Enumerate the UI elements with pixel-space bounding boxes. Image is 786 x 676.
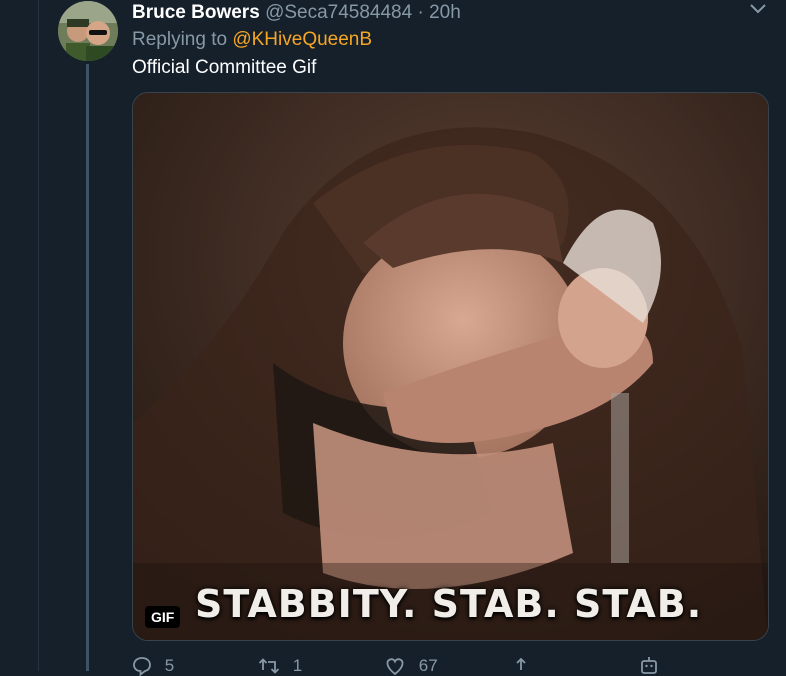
heart-icon (384, 656, 411, 676)
gif-badge: GIF (145, 606, 181, 628)
retweet-button[interactable]: 1 (258, 656, 302, 676)
user-handle[interactable]: @Seca74584484 (265, 2, 412, 23)
retweet-count: 1 (292, 656, 303, 675)
reply-count: 5 (164, 656, 175, 675)
chevron-down-icon[interactable] (748, 2, 768, 16)
reply-button[interactable]: 5 (132, 656, 174, 676)
tweet-header: Bruce Bowers @Seca74584484 · 20h (132, 2, 461, 24)
share-button[interactable] (511, 656, 531, 676)
like-button[interactable]: 67 (384, 656, 438, 676)
replying-to-link[interactable]: @KHiveQueenB (232, 29, 372, 50)
replying-to: Replying to @KHiveQueenB (132, 29, 372, 51)
analytics-button[interactable] (638, 656, 660, 676)
gif-frame-illustration (133, 93, 768, 640)
share-icon (511, 656, 531, 675)
retweet-icon (258, 656, 285, 675)
tweet-text: Official Committee Gif (132, 57, 317, 78)
gif-caption: STABBITY. STAB. STAB. (195, 582, 703, 626)
timeline-divider (38, 0, 39, 671)
thread-connector-line (86, 64, 89, 671)
robot-icon (638, 656, 660, 675)
timestamp[interactable]: 20h (429, 2, 461, 23)
tweet-actions: 5 1 67 (0, 656, 786, 676)
gif-media[interactable]: STABBITY. STAB. STAB. GIF (132, 92, 769, 641)
display-name[interactable]: Bruce Bowers (132, 2, 260, 23)
replying-to-label: Replying to (132, 29, 228, 50)
separator-dot: · (417, 2, 424, 23)
like-count: 67 (418, 656, 438, 675)
avatar[interactable] (58, 1, 118, 61)
reply-icon (132, 656, 157, 676)
